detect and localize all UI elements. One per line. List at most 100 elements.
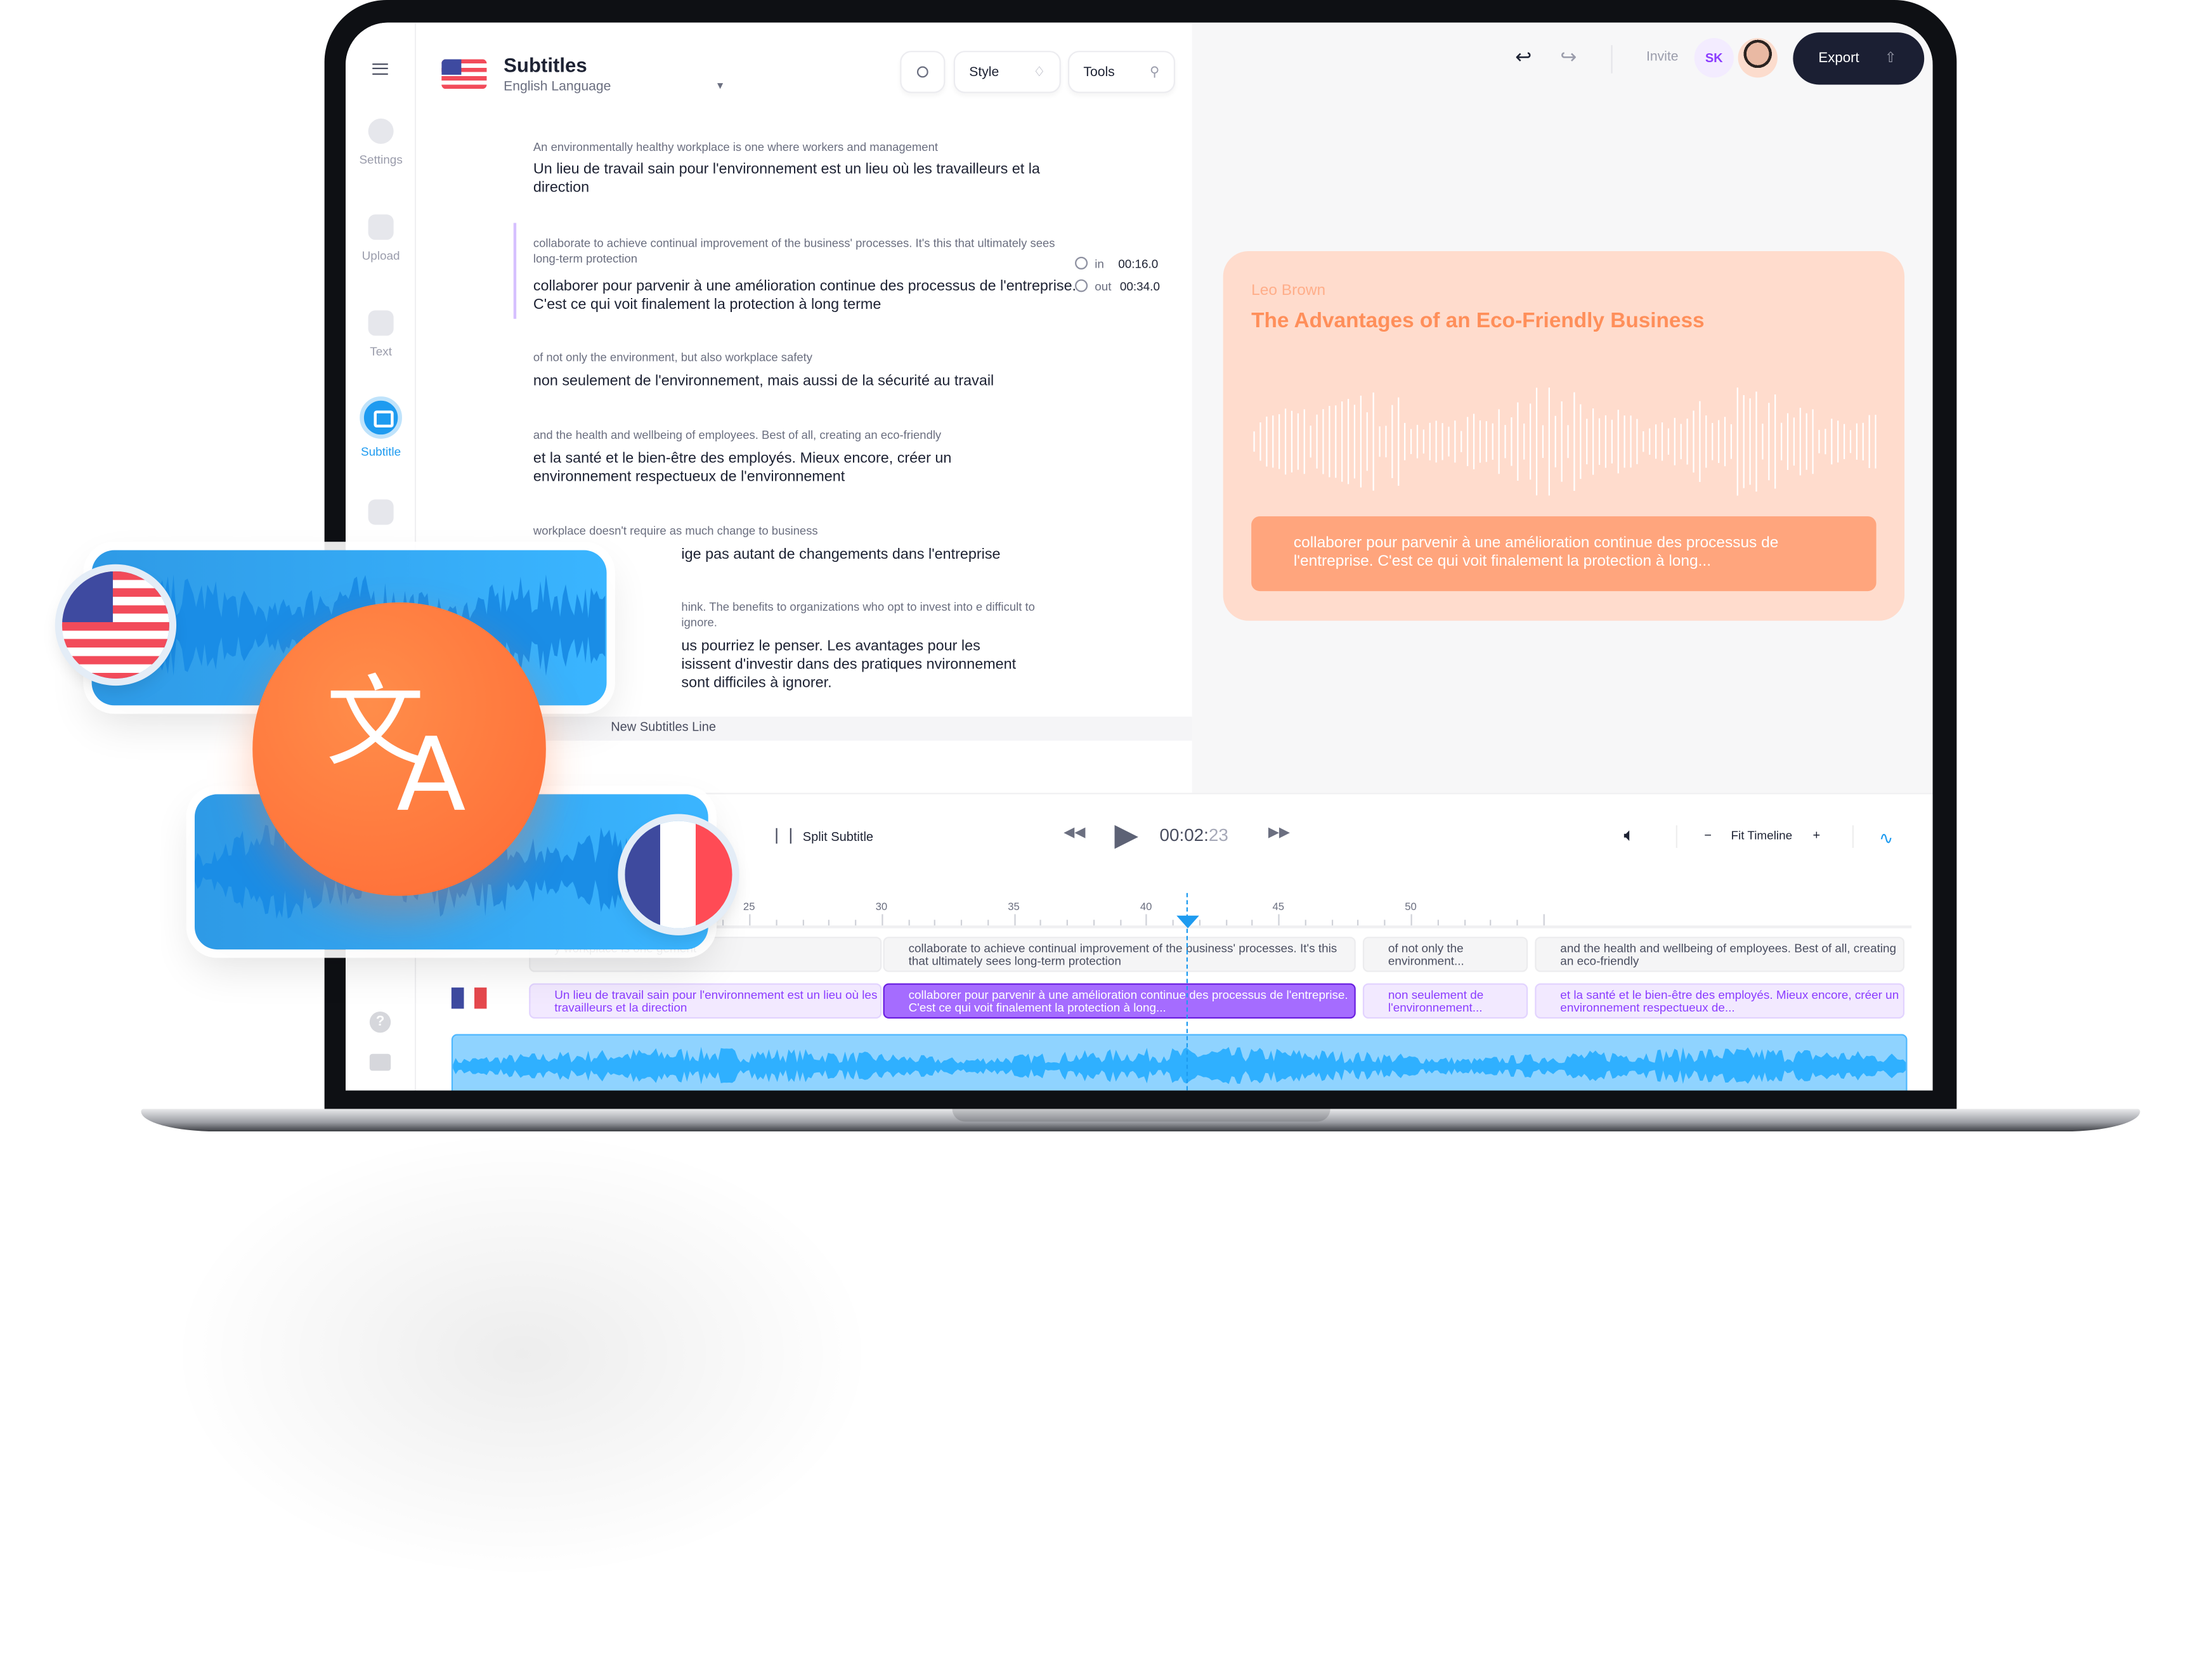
translation-text[interactable]: non seulement de l'environnement, mais a… <box>533 372 1076 391</box>
ruler-tick <box>1358 920 1360 926</box>
source-text: workplace doesn't require as much change… <box>533 523 818 538</box>
sidebar-label: Settings <box>359 152 403 167</box>
audio-waveform <box>453 1046 1906 1084</box>
ruler-tick <box>828 920 830 926</box>
translation-text[interactable]: collaborer pour parvenir à une améliorat… <box>533 278 1076 315</box>
out-time[interactable]: 00:34.0 <box>1120 279 1160 293</box>
volume-icon[interactable]: 🔈︎ <box>1623 824 1634 847</box>
source-text: and the health and wellbeing of employee… <box>533 427 942 442</box>
subtitle-line[interactable]: of not only the environment, but also wo… <box>533 350 1076 391</box>
source-caption-block[interactable]: of not only the environment... <box>1362 937 1528 972</box>
zoom-in-icon[interactable]: + <box>1812 828 1820 842</box>
menu-icon[interactable] <box>372 63 388 75</box>
split-label: Split Subtitle <box>802 828 874 843</box>
playhead-handle[interactable] <box>1176 915 1199 928</box>
rewind-icon[interactable]: ◀◀ <box>1064 825 1085 840</box>
ruler-tick <box>1437 920 1439 926</box>
sidebar-item-settings[interactable]: Settings <box>346 118 416 167</box>
sidebar-item-upload[interactable]: Upload <box>346 214 416 263</box>
ruler-tick <box>934 920 936 926</box>
translation-text[interactable]: ige pas autant de changements dans l'ent… <box>533 546 1098 564</box>
subtitle-line[interactable]: workplace doesn't require as much change… <box>533 523 1098 564</box>
subtitle-line-active[interactable]: collaborate to achieve continual improve… <box>533 235 1076 315</box>
ruler-tick <box>1093 920 1095 926</box>
sidebar-label: Upload <box>361 248 400 263</box>
style-button[interactable]: Style ♢ <box>953 51 1061 93</box>
play-icon[interactable]: ▶ <box>1114 817 1138 854</box>
redo-icon[interactable]: ↪ <box>1560 45 1577 69</box>
translation-caption-block[interactable]: non seulement de l'environnement... <box>1362 983 1528 1019</box>
avatar[interactable] <box>1738 38 1778 78</box>
subtitle-line[interactable]: and the health and wellbeing of employee… <box>533 427 1020 486</box>
sticker-icon <box>368 499 394 525</box>
ruler-tick <box>802 920 803 926</box>
split-icon <box>776 828 791 844</box>
audio-bars <box>1253 387 1877 496</box>
export-button[interactable]: Export ⇧ <box>1793 32 1925 85</box>
ruler-tick <box>1172 920 1174 926</box>
translation-caption-block[interactable]: collaborer pour parvenir à une améliorat… <box>883 983 1356 1019</box>
split-subtitle-button[interactable]: Split Subtitle <box>776 828 874 844</box>
source-caption-block[interactable]: and the health and wellbeing of employee… <box>1535 937 1905 972</box>
divider <box>1852 825 1854 848</box>
zoom-out-icon[interactable]: − <box>1704 828 1712 842</box>
us-flag-icon <box>62 571 169 679</box>
invite-button[interactable]: Invite <box>1646 49 1679 65</box>
fr-flag-icon <box>625 821 732 928</box>
help-icon[interactable]: ? <box>369 1011 391 1033</box>
translation-caption-block[interactable]: Un lieu de travail sain pour l'environne… <box>529 983 882 1019</box>
keyboard-icon[interactable] <box>369 1053 391 1071</box>
ruler-tick <box>1463 920 1466 926</box>
ruler-tick <box>1490 920 1492 926</box>
source-caption-block[interactable]: collaborate to achieve continual improve… <box>883 937 1356 972</box>
avatar-initials[interactable]: SK <box>1694 38 1734 78</box>
ruler-tick <box>1040 920 1042 926</box>
new-subtitle-line-button[interactable]: New Subtitles Line <box>514 717 1239 741</box>
ruler-tick <box>1013 914 1015 926</box>
search-button[interactable] <box>900 51 946 93</box>
in-time[interactable]: 00:16.0 <box>1118 257 1158 271</box>
waveform-toggle-icon[interactable]: ∿ <box>1879 828 1893 848</box>
us-flag-icon <box>441 59 487 89</box>
ruler-tick <box>1252 920 1254 926</box>
video-preview-card[interactable]: Leo Brown The Advantages of an Eco-Frien… <box>1223 251 1905 621</box>
timer-icon <box>1075 279 1088 292</box>
sidebar-item-text[interactable]: Text <box>346 310 416 358</box>
subtitle-line[interactable]: hink. The benefits to organizations who … <box>681 599 1048 693</box>
ruler-tick <box>1543 914 1545 926</box>
ruler-tick <box>1384 920 1386 926</box>
sidebar-item-more[interactable] <box>346 499 416 533</box>
source-text: An environmentally healthy workplace is … <box>533 140 938 154</box>
fit-timeline-button[interactable]: Fit Timeline <box>1731 828 1792 842</box>
active-indicator <box>513 223 517 319</box>
source-text: of not only the environment, but also wo… <box>533 349 812 364</box>
source-text: collaborate to achieve continual improve… <box>533 235 1055 266</box>
sidebar-label: Text <box>370 344 392 359</box>
divider <box>1611 45 1613 74</box>
ruler-label: 30 <box>875 900 888 913</box>
tools-button[interactable]: Tools ⚲ <box>1067 51 1176 93</box>
export-label: Export <box>1818 51 1859 67</box>
chevron-down-icon[interactable]: ▼ <box>715 82 725 92</box>
divider <box>1675 825 1677 848</box>
subtitle-line[interactable]: An environmentally healthy workplace is … <box>533 140 1076 197</box>
in-label: in <box>1095 256 1104 271</box>
sidebar-item-subtitle[interactable]: Subtitle <box>346 396 416 459</box>
translation-caption-block[interactable]: et la santé et le bien-être des employés… <box>1535 983 1905 1019</box>
translation-text[interactable]: et la santé et le bien-être des employés… <box>533 450 1020 487</box>
caption-box: collaborer pour parvenir à une améliorat… <box>1251 516 1877 592</box>
ruler-tick <box>1331 920 1333 926</box>
fr-flag-icon <box>451 987 487 1009</box>
time-display: 00:02:23 <box>1160 825 1228 845</box>
translation-text[interactable]: Un lieu de travail sain pour l'environne… <box>533 161 1076 198</box>
ruler-tick <box>1066 920 1069 926</box>
translation-text[interactable]: us pourriez le penser. Les avantages pou… <box>681 637 1020 693</box>
ruler-tick <box>1225 920 1227 926</box>
undo-icon[interactable]: ↩ <box>1515 45 1532 69</box>
timer-icon <box>1075 256 1088 270</box>
image-icon <box>368 214 394 240</box>
ruler-tick <box>961 920 963 926</box>
audio-track[interactable] <box>451 1034 1908 1091</box>
fast-forward-icon[interactable]: ▶▶ <box>1268 825 1290 840</box>
language-select[interactable]: English Language <box>504 79 611 94</box>
